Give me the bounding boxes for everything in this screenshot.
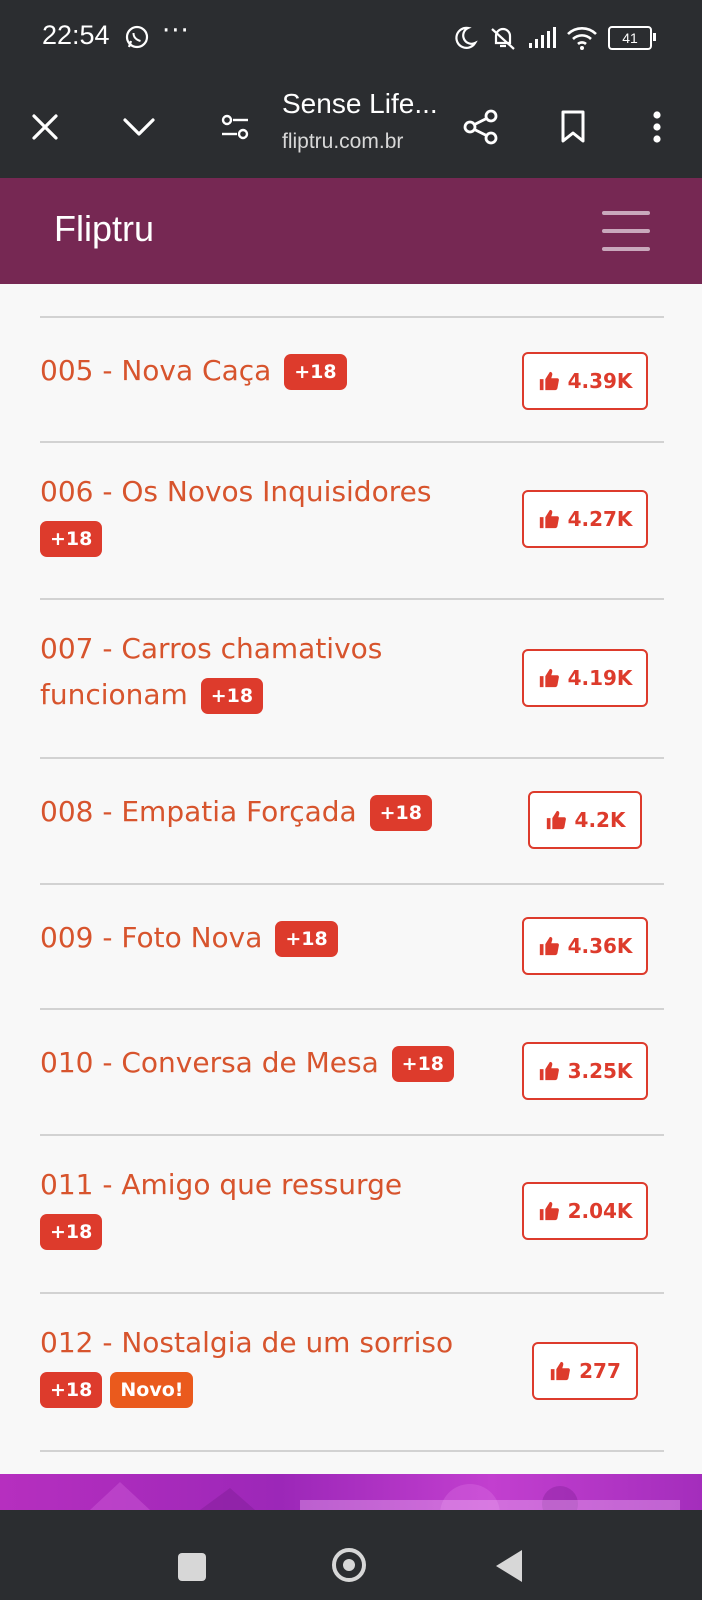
thumbs-up-icon [539,936,559,956]
banner-artwork [90,1482,680,1510]
back-button[interactable] [496,1550,522,1582]
moon-icon [455,26,478,49]
browser-toolbar: Sense Life... fliptru.com.br [0,78,702,178]
share-icon[interactable] [458,104,504,150]
bookmark-icon[interactable] [550,104,596,150]
adult-badge: +18 [369,795,432,831]
chapter-title[interactable]: 011 - Amigo que ressurge +18 [40,1162,480,1254]
chapter-title[interactable]: 008 - Empatia Forçada +18 [40,789,480,835]
thumbs-up-icon [539,371,559,391]
like-count: 4.36K [567,934,633,958]
thumbs-up-icon [539,668,559,688]
hamburger-menu-icon[interactable] [602,211,650,251]
list-item[interactable]: 009 - Foto Nova +18 4.36K [40,885,664,1010]
like-button[interactable]: 4.19K [522,649,648,707]
like-count: 4.19K [567,666,633,690]
recent-apps-button[interactable] [178,1553,206,1581]
adult-badge: +18 [284,354,347,390]
like-button[interactable]: 277 [532,1342,638,1400]
ad-banner[interactable] [0,1474,702,1510]
chapter-title[interactable]: 009 - Foto Nova +18 [40,915,480,961]
like-button[interactable]: 4.39K [522,352,648,410]
more-notifications-icon: ··· [162,16,190,46]
like-count: 4.27K [567,507,633,531]
like-button[interactable]: 3.25K [522,1042,648,1100]
like-button[interactable]: 4.27K [522,490,648,548]
adult-badge: +18 [275,921,338,957]
list-item[interactable]: 011 - Amigo que ressurge +18 2.04K [40,1136,664,1294]
chapter-title[interactable]: 005 - Nova Caça +18 [40,348,480,394]
thumbs-up-icon [539,509,559,529]
status-icons: 41 [452,20,656,56]
chapter-title[interactable]: 007 - Carros chamativos funcionam +18 [40,626,400,718]
battery-icon: 41 [608,26,656,50]
thumbs-up-icon [539,1201,559,1221]
like-button[interactable]: 4.36K [522,917,648,975]
chapter-title[interactable]: 010 - Conversa de Mesa +18 [40,1040,500,1086]
like-count: 2.04K [567,1199,633,1223]
thumbs-up-icon [550,1361,571,1381]
like-count: 3.25K [567,1059,633,1083]
adult-badge: +18 [40,521,103,557]
status-time: 22:54 [42,20,110,50]
more-vert-icon[interactable] [634,104,680,150]
site-header: Fliptru [0,178,702,284]
close-icon[interactable] [22,104,68,150]
like-button[interactable]: 4.2K [528,791,642,849]
home-button[interactable] [332,1548,366,1582]
chapter-title[interactable]: 006 - Os Novos Inquisidores +18 [40,469,480,561]
signal-icon [529,27,556,48]
chevron-down-icon[interactable] [116,104,162,150]
list-item[interactable]: 012 - Nostalgia de um sorriso +18 Novo! 2… [40,1294,664,1452]
wifi-icon [567,27,597,50]
status-bar: 22:54 ··· 41 [0,0,702,78]
page-url[interactable]: fliptru.com.br [282,130,403,154]
adult-badge: +18 [200,678,264,714]
site-settings-icon[interactable] [212,104,258,150]
like-count: 4.39K [567,369,633,393]
list-item[interactable]: 008 - Empatia Forçada +18 4.2K [40,759,664,885]
new-badge: Novo! [110,1372,194,1408]
system-navigation-bar [0,1510,702,1600]
adult-badge: +18 [391,1046,455,1082]
list-item[interactable]: 010 - Conversa de Mesa +18 3.25K [40,1010,664,1136]
site-logo[interactable]: Fliptru [54,208,154,250]
page-title: Sense Life... [282,88,438,119]
thumbs-up-icon [539,1061,559,1081]
whatsapp-icon [125,25,149,49]
like-count: 4.2K [574,808,626,832]
adult-badge: +18 [40,1372,103,1408]
thumbs-up-icon [546,810,566,830]
mute-icon [491,27,515,50]
like-count: 277 [579,1359,621,1383]
battery-level: 41 [622,30,638,46]
chapter-title[interactable]: 012 - Nostalgia de um sorriso +18 Novo! [40,1320,510,1412]
adult-badge: +18 [40,1214,103,1250]
list-item[interactable]: 007 - Carros chamativos funcionam +18 4.… [40,600,664,759]
list-item[interactable]: 005 - Nova Caça +18 4.39K [40,318,664,443]
like-button[interactable]: 2.04K [522,1182,648,1240]
list-item[interactable]: 006 - Os Novos Inquisidores +18 4.27K [40,443,664,600]
